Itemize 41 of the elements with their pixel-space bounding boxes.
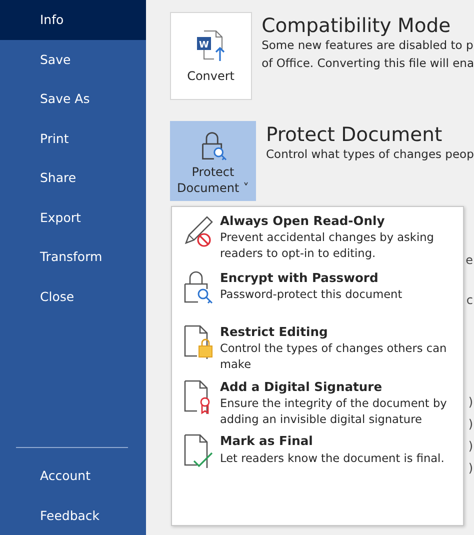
section-title: Protect Document xyxy=(266,123,444,146)
partial-text: ) xyxy=(468,417,473,431)
sidebar-item[interactable]: Account xyxy=(0,456,146,496)
sidebar-item[interactable]: Feedback xyxy=(0,496,146,535)
menu-item-title: Mark as Final xyxy=(220,433,314,450)
sidebar-item[interactable]: Share xyxy=(0,158,146,198)
menu-item-description: Let readers know the document is final. xyxy=(220,450,446,466)
partial-text: ) xyxy=(468,395,473,409)
menu-item[interactable]: Add a Digital Signature Ensure the integrity of the document by adding an invisible digital signature xyxy=(182,378,453,428)
partial-text: ) xyxy=(468,461,473,475)
document-check-icon xyxy=(182,433,214,470)
menu-item-description: Ensure the integrity of the document by adding an invisible digital signature xyxy=(220,396,448,428)
menu-item[interactable]: Restrict Editing Control the types of changes others can make xyxy=(182,324,453,373)
menu-item[interactable]: Encrypt with Password Password-protect this document xyxy=(182,270,453,306)
menu-item-description: Password-protect this document xyxy=(220,287,404,303)
partial-text: ) xyxy=(468,439,473,453)
menu-item-title: Restrict Editing xyxy=(220,324,329,341)
protect-document-button[interactable]: Protect Document ˅ xyxy=(170,121,256,201)
section-title: Compatibility Mode xyxy=(262,14,452,38)
menu-item-title: Always Open Read-Only xyxy=(220,213,386,230)
sidebar-item[interactable]: Transform xyxy=(0,237,146,276)
sidebar-item[interactable]: Close xyxy=(0,276,146,316)
section-description: Control what types of changes peop xyxy=(266,146,474,164)
menu-item-description: Prevent accidental changes by asking readers to opt-in to editing. xyxy=(220,230,435,262)
convert-button[interactable]: W Convert xyxy=(170,12,252,100)
menu-item[interactable]: Always Open Read-Only Prevent accidental changes by asking readers to opt-in to editing. xyxy=(182,213,453,262)
sidebar-item[interactable]: Save As xyxy=(0,79,146,118)
sidebar-item[interactable]: Info xyxy=(0,0,146,40)
partial-text: e xyxy=(466,253,473,267)
menu-item-title: Encrypt with Password xyxy=(220,270,380,287)
document-lock-icon xyxy=(182,324,214,360)
menu-item-title: Add a Digital Signature xyxy=(220,378,384,396)
sidebar-item[interactable]: Save xyxy=(0,40,146,79)
lock-key-icon xyxy=(182,270,214,306)
sidebar-item[interactable]: Export xyxy=(0,198,146,237)
partial-text: c xyxy=(466,293,473,307)
word-logo-letter: W xyxy=(198,40,209,50)
menu-item[interactable]: Mark as Final Let readers know the document is final. xyxy=(182,433,453,470)
menu-item-description: Control the types of changes others can make xyxy=(220,341,448,373)
section-description: Some new features are disabled to p of Office. Converting this file will ena xyxy=(262,37,474,72)
sidebar-item[interactable]: Print xyxy=(0,118,146,158)
